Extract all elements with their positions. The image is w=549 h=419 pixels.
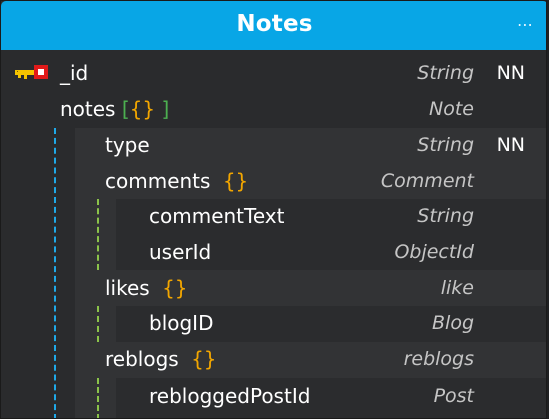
field-name: _id [60,61,89,85]
field-row-notes[interactable]: notes [{} ] Note [1,92,546,127]
field-name: notes [{} ] [60,92,169,127]
field-type: Comment [380,170,474,192]
field-row-likes[interactable]: likes {} like [1,271,546,306]
field-name: rebloggedPostId [149,384,311,408]
field-row-id[interactable]: _id String NN [1,56,546,91]
field-row-commenttext[interactable]: commentText String [1,199,546,234]
field-row-rebloggedpostid[interactable]: rebloggedPostId Post [1,379,546,414]
object-brace: {} [129,97,156,121]
field-row-userid[interactable]: userId ObjectId [1,235,546,270]
object-brace: {} [191,347,217,371]
object-brace: {} [222,169,249,193]
collection-card: Notes ⋯ _id String NN notes [{} ] Note t… [0,0,547,419]
object-brace: {} [162,276,188,300]
field-name: likes {} [105,271,188,306]
field-name: type [105,133,150,157]
field-row-reblogs[interactable]: reblogs {} reblogs [1,342,546,377]
field-row-blogid[interactable]: blogID Blog [1,306,546,341]
field-name-text: likes [105,276,150,300]
field-row-type[interactable]: type String NN [1,128,546,163]
array-close-bracket: ] [161,97,170,121]
more-options-icon[interactable]: ⋯ [517,15,534,34]
not-null-flag: NN [496,134,525,156]
field-name: userId [149,240,212,264]
field-name: comments {} [105,164,248,199]
field-name: commentText [149,204,285,228]
field-name: reblogs {} [105,342,217,377]
collection-header[interactable]: Notes ⋯ [1,1,546,50]
field-name-text: notes [60,97,116,121]
collection-title: Notes [236,11,313,37]
field-row-comments[interactable]: comments {} Comment [1,164,546,199]
field-type: Post [433,385,474,407]
field-type: String [417,134,474,156]
field-name: blogID [149,311,214,335]
array-open-bracket: [ [121,97,130,121]
field-name-text: comments [105,169,211,193]
not-null-flag: NN [496,62,525,84]
field-type: like [440,277,474,299]
field-type: Blog [432,312,474,334]
field-name-text: reblogs [105,347,179,371]
field-type: ObjectId [394,241,474,263]
field-type: reblogs [403,348,474,370]
field-type: String [417,205,474,227]
field-type: Note [429,98,474,120]
field-type: String [417,62,474,84]
